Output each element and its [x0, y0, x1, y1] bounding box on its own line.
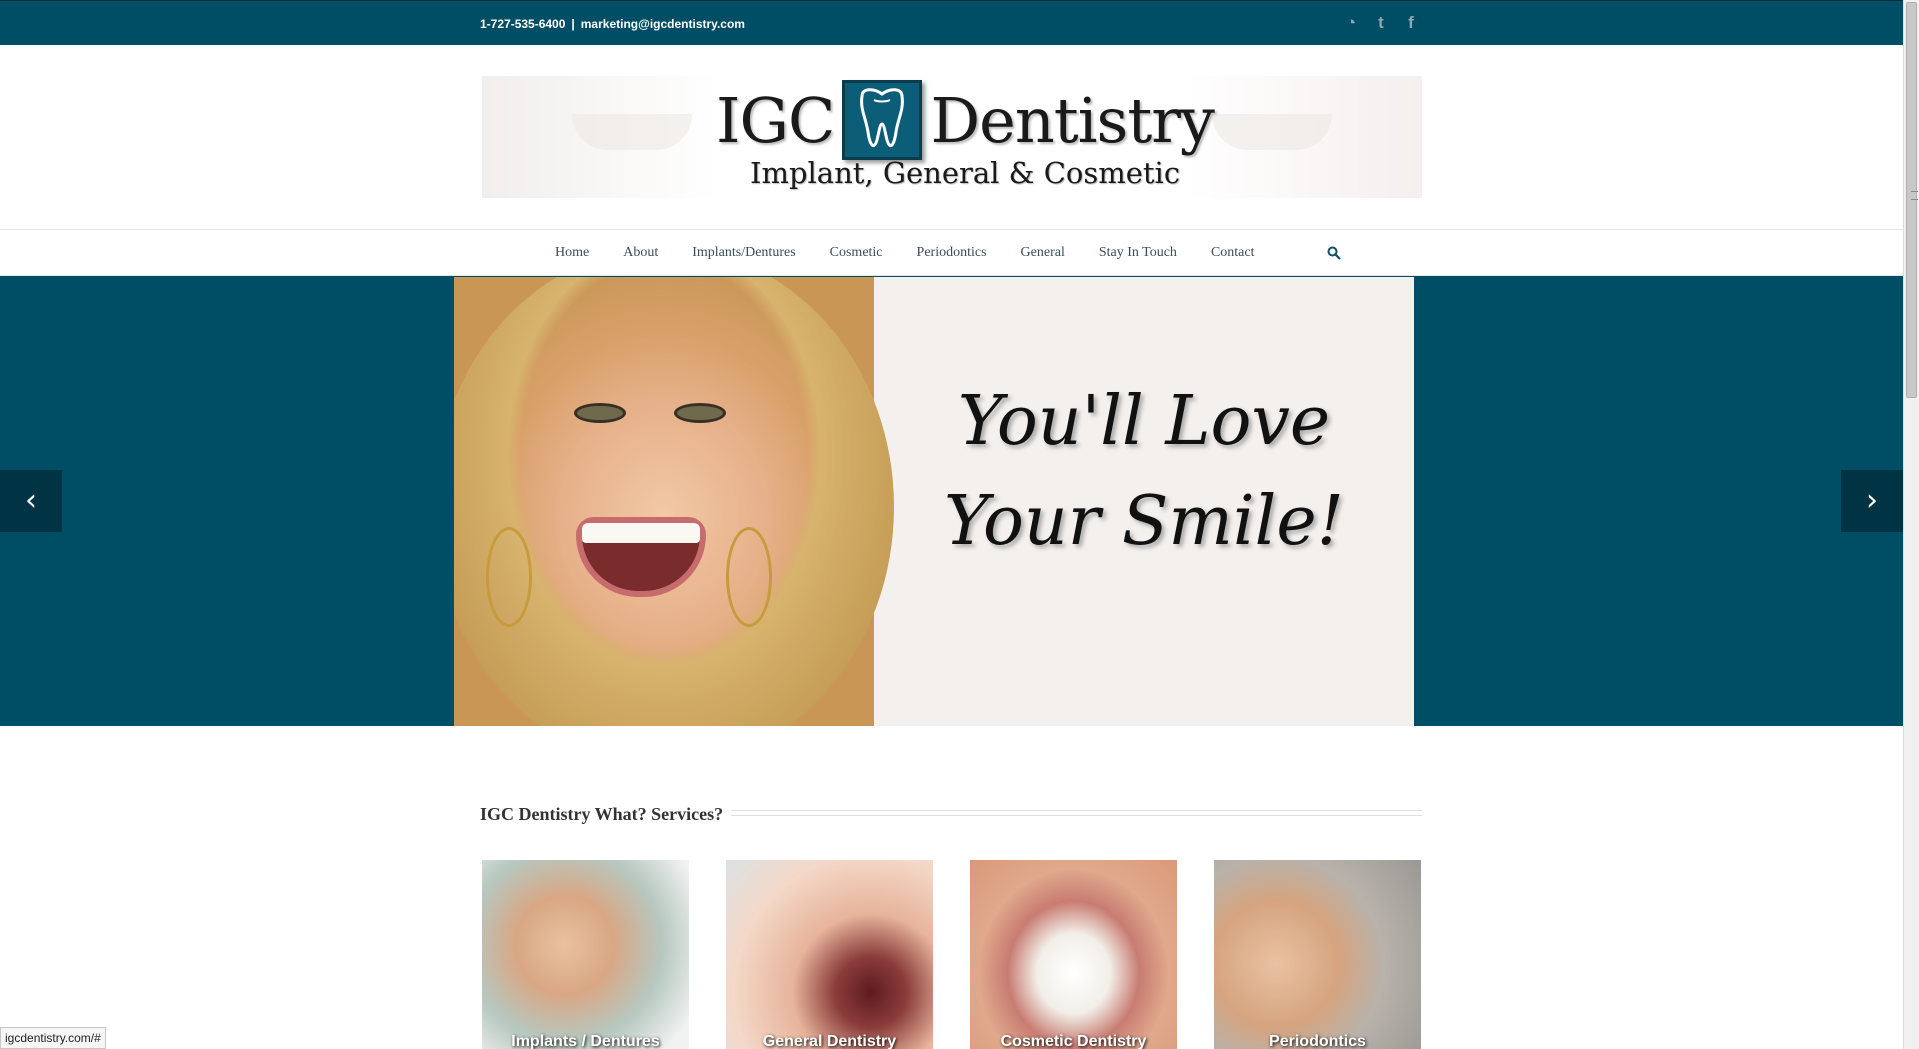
rss-icon[interactable]: ◔ — [1342, 14, 1360, 32]
slogan-line-1: You'll Love — [957, 382, 1331, 461]
nav-item-periodontics[interactable]: Periodontics — [917, 245, 987, 261]
slider-next-arrow-icon[interactable]: › — [1841, 470, 1903, 532]
scrollbar-grip-icon — [1911, 191, 1918, 200]
nav-item-general[interactable]: General — [1021, 245, 1065, 261]
email-link[interactable]: marketing@igcdentistry.com — [581, 17, 745, 31]
services-grid: Implants / Dentures General Dentistry Co… — [482, 860, 1422, 1049]
slide-photo-eye — [674, 403, 726, 423]
nav-item-about[interactable]: About — [623, 245, 658, 261]
services-heading: IGC Dentistry What? Services? — [480, 804, 732, 825]
logo-text-dentistry: Dentistry — [930, 83, 1214, 157]
service-card-caption: Cosmetic Dentistry — [1000, 1033, 1147, 1049]
logo-text-igc: IGC — [716, 83, 835, 157]
contact-info: 1-727-535-6400 | marketing@igcdentistry.co… — [480, 17, 745, 31]
nav-item-cosmetic[interactable]: Cosmetic — [830, 245, 883, 261]
status-bar-url: igcdentistry.com/# — [0, 1027, 106, 1049]
facebook-icon[interactable]: f — [1402, 14, 1420, 32]
search-icon[interactable] — [1327, 246, 1341, 260]
twitter-icon[interactable]: t — [1372, 14, 1390, 32]
nav-item-home[interactable]: Home — [555, 245, 589, 261]
slider-prev-arrow-icon[interactable]: ‹ — [0, 470, 62, 532]
service-card-periodontics[interactable]: Periodontics — [1214, 860, 1421, 1049]
header-logo-banner[interactable]: IGC Dentistry Implant, General & Cosmeti… — [482, 76, 1422, 198]
nav-item-implants-dentures[interactable]: Implants/Dentures — [692, 245, 795, 261]
service-card-caption: Implants / Dentures — [511, 1033, 660, 1049]
service-card-implants[interactable]: Implants / Dentures — [482, 860, 689, 1049]
slide-slogan: You'll Love Your Smile! — [924, 372, 1364, 572]
service-card-caption: Periodontics — [1269, 1033, 1366, 1049]
slogan-line-2: Your Smile! — [944, 482, 1344, 561]
service-card-cosmetic[interactable]: Cosmetic Dentistry — [970, 860, 1177, 1049]
contact-separator: | — [571, 17, 575, 31]
site-logo[interactable]: IGC Dentistry Implant, General & Cosmeti… — [716, 76, 1216, 198]
tooth-icon — [842, 80, 923, 160]
social-links: ◔ t f — [1342, 12, 1420, 34]
hero-slide[interactable]: You'll Love Your Smile! — [454, 277, 1414, 726]
banner-decoration — [1212, 114, 1332, 150]
slide-photo-hair — [454, 277, 894, 726]
logo-tagline: Implant, General & Cosmetic — [750, 156, 1181, 190]
service-card-caption: General Dentistry — [762, 1033, 897, 1049]
slide-photo-earring — [486, 527, 532, 627]
slide-photo-teeth — [582, 523, 700, 543]
main-nav: Home About Implants/Dentures Cosmetic Pe… — [0, 229, 1903, 276]
slide-photo-earring — [726, 527, 772, 627]
scrollbar-thumb[interactable] — [1906, 2, 1918, 398]
banner-decoration — [572, 114, 692, 150]
nav-item-contact[interactable]: Contact — [1211, 245, 1255, 261]
service-card-general[interactable]: General Dentistry — [726, 860, 933, 1049]
slide-photo-eye — [574, 403, 626, 423]
section-title-divider — [726, 810, 1422, 816]
vertical-scrollbar[interactable] — [1903, 0, 1919, 1049]
phone-number[interactable]: 1-727-535-6400 — [480, 17, 565, 31]
hero-slider: You'll Love Your Smile! ‹ › — [0, 276, 1903, 726]
nav-item-stay-in-touch[interactable]: Stay In Touch — [1099, 245, 1177, 261]
top-bar: 1-727-535-6400 | marketing@igcdentistry.co… — [0, 0, 1903, 45]
